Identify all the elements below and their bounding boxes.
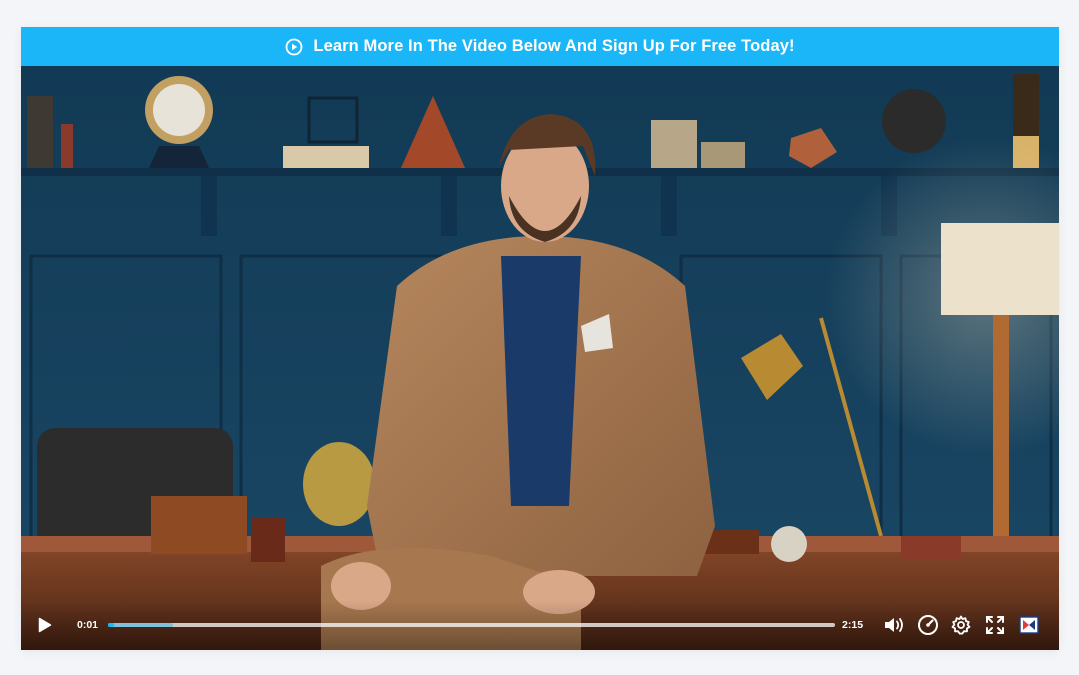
duration-time: 2:15: [842, 619, 864, 631]
progress-bar[interactable]: [108, 623, 836, 627]
playback-speed-button[interactable]: [913, 610, 943, 640]
fullscreen-icon: [986, 616, 1005, 634]
fullscreen-button[interactable]: [980, 610, 1010, 640]
settings-button[interactable]: [946, 610, 976, 640]
player-brand-button[interactable]: [1014, 610, 1044, 640]
play-button[interactable]: [30, 610, 60, 640]
cta-banner-text: Learn More In The Video Below And Sign U…: [313, 37, 795, 55]
current-time: 0:01: [77, 619, 99, 631]
play-circle-icon: [285, 38, 303, 56]
player-controls: 0:01 2:15: [21, 600, 1059, 650]
played-fill: [108, 623, 114, 627]
video-card: Learn More In The Video Below And Sign U…: [21, 27, 1059, 650]
gear-icon: [951, 615, 971, 635]
buffered-fill: [108, 623, 174, 627]
playback-speed-icon: [918, 615, 939, 635]
player-brand-icon: [1019, 616, 1039, 634]
cta-banner: Learn More In The Video Below And Sign U…: [21, 27, 1059, 66]
volume-icon: [885, 618, 903, 632]
video-player[interactable]: 0:01 2:15: [21, 66, 1059, 650]
volume-button[interactable]: [879, 610, 909, 640]
video-frame: [21, 66, 1059, 650]
play-icon: [38, 617, 52, 633]
